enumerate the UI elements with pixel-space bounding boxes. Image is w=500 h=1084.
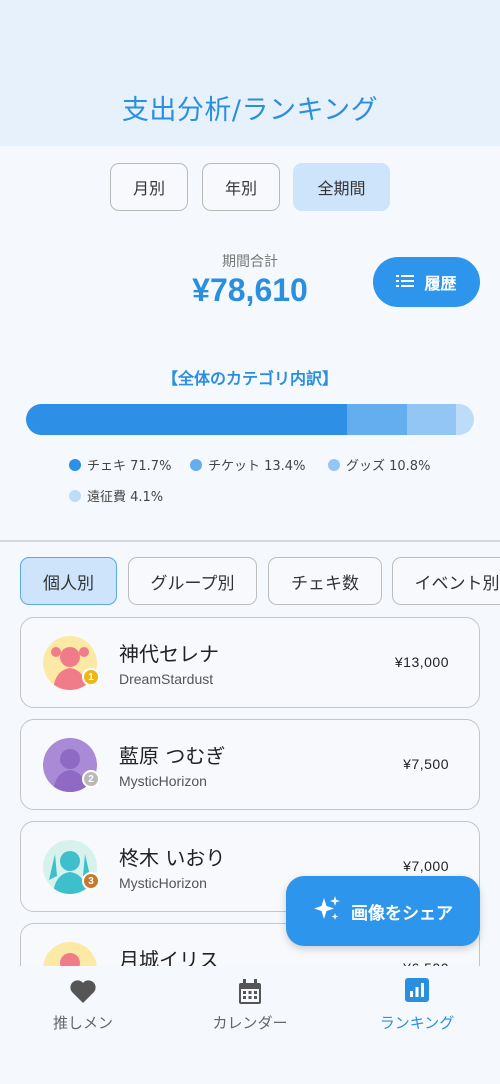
share-label: 画像をシェア bbox=[351, 903, 453, 924]
legend-item-cheki: チェキ 71.7% bbox=[69, 455, 171, 474]
legend-dot-icon bbox=[190, 458, 202, 471]
rank-badge: 2 bbox=[82, 770, 100, 788]
member-name: 柊木 いおり bbox=[119, 846, 226, 870]
group-name: MysticHorizon bbox=[119, 875, 207, 891]
group-name: DreamStardust bbox=[119, 671, 214, 687]
tab-by-member[interactable]: 個人別 bbox=[20, 557, 117, 605]
member-amount: ¥7,500 bbox=[403, 756, 449, 772]
section-divider bbox=[0, 540, 500, 542]
tab-by-group[interactable]: グループ別 bbox=[128, 557, 257, 605]
avatar: 3 bbox=[43, 840, 100, 894]
member-name: 藍原 つむぎ bbox=[119, 744, 226, 768]
bar-segment-ticket bbox=[347, 404, 408, 435]
bar-segment-travel bbox=[455, 404, 474, 435]
member-amount: ¥13,000 bbox=[394, 654, 449, 670]
bar-segment-cheki bbox=[26, 404, 348, 435]
legend-item-travel: 遠征費 4.1% bbox=[69, 486, 163, 505]
rank-badge: 1 bbox=[82, 668, 100, 686]
tab-by-cheki-count[interactable]: チェキ数 bbox=[268, 557, 382, 605]
breakdown-title: 【全体のカテゴリ内訳】 bbox=[161, 369, 338, 388]
tab-yearly[interactable]: 年別 bbox=[202, 163, 280, 211]
nav-item-favorites[interactable]: 推しメン bbox=[0, 978, 166, 1033]
ranking-card[interactable]: 1 神代セレナ DreamStardust ¥13,000 bbox=[20, 617, 480, 708]
legend-dot-icon bbox=[69, 458, 81, 471]
tab-all-time[interactable]: 全期間 bbox=[293, 163, 390, 211]
history-label: 履歴 bbox=[424, 274, 457, 293]
legend-dot-icon bbox=[69, 489, 81, 502]
nav-item-ranking[interactable]: ランキング bbox=[334, 978, 500, 1033]
bar-segment-goods bbox=[407, 404, 456, 435]
member-amount: ¥7,000 bbox=[403, 858, 449, 874]
nav-label: 推しメン bbox=[52, 1014, 113, 1032]
nav-label: カレンダー bbox=[212, 1014, 288, 1032]
bottom-navigation: 推しメン カレンダー ランキング bbox=[0, 966, 500, 1084]
share-image-button[interactable]: 画像をシェア bbox=[286, 876, 480, 946]
period-tabs: 月別 年別 全期間 bbox=[0, 163, 500, 211]
rank-badge: 3 bbox=[82, 872, 100, 890]
app-header: 支出分析/ランキング bbox=[0, 0, 500, 146]
calendar-icon bbox=[167, 978, 333, 1006]
group-name: MysticHorizon bbox=[119, 773, 207, 789]
heart-icon bbox=[0, 978, 166, 1006]
total-amount: ¥78,610 bbox=[192, 272, 308, 308]
sparkle-icon bbox=[313, 895, 341, 928]
category-bar bbox=[26, 404, 474, 435]
nav-label: ランキング bbox=[379, 1014, 455, 1032]
member-name: 神代セレナ bbox=[119, 642, 219, 666]
nav-item-calendar[interactable]: カレンダー bbox=[167, 978, 333, 1033]
tab-monthly[interactable]: 月別 bbox=[110, 163, 188, 211]
bar-chart-icon bbox=[334, 978, 500, 1006]
ranking-card[interactable]: 2 藍原 つむぎ MysticHorizon ¥7,500 bbox=[20, 719, 480, 810]
ranking-tabs: 個人別 グループ別 チェキ数 イベント別 bbox=[0, 557, 500, 605]
legend-item-ticket: チケット 13.4% bbox=[190, 455, 305, 474]
avatar: 1 bbox=[43, 636, 100, 690]
legend-item-goods: グッズ 10.8% bbox=[328, 455, 430, 474]
legend-dot-icon bbox=[328, 458, 340, 471]
list-icon bbox=[396, 273, 415, 292]
history-button[interactable]: 履歴 bbox=[373, 257, 480, 307]
tab-by-event[interactable]: イベント別 bbox=[392, 557, 500, 605]
avatar: 2 bbox=[43, 738, 100, 792]
page-title: 支出分析/ランキング bbox=[121, 95, 379, 126]
